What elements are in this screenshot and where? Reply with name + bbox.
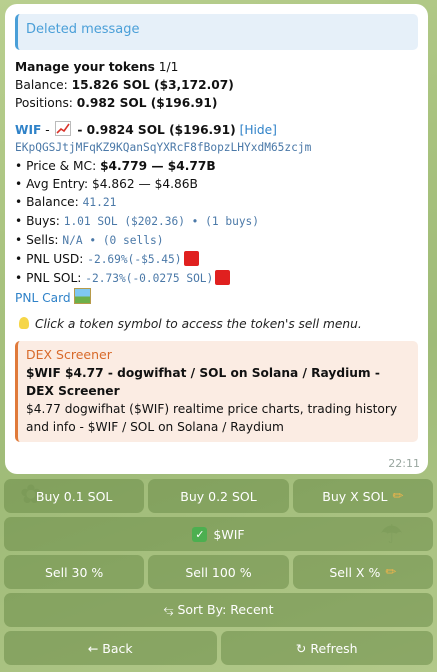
light-bulb-icon (19, 317, 29, 329)
manage-title: Manage your tokens (15, 60, 155, 74)
refresh-icon: ↻ (295, 640, 307, 656)
pnl-sol-value[interactable]: -2.73%(-0.0275 SOL) (85, 272, 213, 285)
buy-x-sol-label: Buy X SOL (322, 488, 388, 504)
balance-line: Balance: 15.826 SOL ($3,172.07) (15, 76, 418, 94)
sell-100-label: Sell 100 % (185, 564, 252, 580)
refresh-button[interactable]: ↻ Refresh (220, 631, 433, 665)
balance-value: 15.826 SOL ($3,172.07) (71, 78, 234, 92)
positions-line: Positions: 0.982 SOL ($196.91) (15, 94, 418, 112)
sell-30-button[interactable]: Sell 30 % (4, 555, 145, 589)
pencil-icon: ✏ (385, 564, 397, 580)
sort-label: ⥃ Sort By: Recent (163, 602, 274, 617)
refresh-label: Refresh (310, 640, 358, 656)
message-time: 22:11 (388, 457, 420, 470)
framed-picture-icon (73, 288, 91, 304)
sell-100-button[interactable]: Sell 100 % (148, 555, 289, 589)
token-header-line: WIF - - 0.9824 SOL ($196.91) [Hide] (15, 121, 418, 139)
buy-0.2-sol-button[interactable]: Buy 0.2 SOL (148, 479, 289, 513)
buy-0.1-sol-label: Buy 0.1 SOL (35, 488, 113, 504)
pnl-sol-label: • PNL SOL: (15, 271, 82, 285)
price-value: $4.779 — $4.77B (100, 159, 216, 173)
buy-0.2-sol-label: Buy 0.2 SOL (180, 488, 257, 504)
price-line: • Price & MC: $4.779 — $4.77B (15, 157, 418, 175)
back-label: ← Back (87, 640, 133, 656)
price-label: • Price & MC: (15, 159, 97, 173)
preview-site-name: DEX Screener (26, 347, 112, 362)
token-balance-value[interactable]: 41.21 (83, 196, 117, 209)
sells-label: • Sells: (15, 233, 59, 247)
pnl-usd-line: • PNL USD: -2.69%(-$5.45) (15, 250, 418, 269)
token-symbol-link[interactable]: WIF (15, 123, 41, 137)
reply-quote[interactable]: Deleted message (15, 14, 418, 50)
avg-entry-line: • Avg Entry: $4.862 — $4.86B (15, 175, 418, 193)
token-address[interactable]: EKpQGSJtjMFqKZ9KQanSqYXRcF8fBopzLHYxdM65… (15, 139, 418, 157)
manage-pages: 1/1 (158, 60, 179, 74)
red-square-icon (183, 251, 199, 266)
buy-x-sol-button[interactable]: Buy X SOL ✏ (292, 479, 433, 513)
token-dash: - (45, 123, 50, 137)
pnl-card-link[interactable]: PNL Card (15, 291, 71, 305)
inline-keyboard: Buy 0.1 SOL Buy 0.2 SOL Buy X SOL ✏ ✓ $WIF… (4, 479, 433, 669)
token-wif-label: $WIF (213, 526, 245, 542)
avg-entry-label: • Avg Entry: (15, 177, 89, 191)
token-wif-button[interactable]: ✓ $WIF (4, 517, 433, 551)
sort-button[interactable]: ⥃ Sort By: Recent (4, 593, 433, 627)
balance-label: Balance: (15, 78, 68, 92)
pencil-icon: ✏ (392, 488, 404, 504)
preview-description: $4.77 dogwifhat ($WIF) realtime price ch… (26, 402, 398, 434)
red-square-icon (215, 270, 231, 285)
message-bubble: Deleted message Manage your tokens 1/1 B… (5, 4, 428, 474)
sells-line: • Sells: N/A • (0 sells) (15, 231, 418, 250)
token-balance-label: • Balance: (15, 195, 79, 209)
manage-title-line: Manage your tokens 1/1 (15, 58, 418, 76)
link-preview[interactable]: DEX Screener $WIF $4.77 - dogwifhat / SO… (15, 341, 418, 442)
token-amount: - 0.9824 SOL ($196.91) (77, 123, 236, 137)
chart-increasing-icon (55, 121, 72, 136)
positions-value: 0.982 SOL ($196.91) (76, 96, 218, 110)
sell-x-button[interactable]: Sell X % ✏ (292, 555, 433, 589)
token-balance-line: • Balance: 41.21 (15, 193, 418, 212)
hint-line: Click a token symbol to access the token… (15, 315, 418, 333)
pnl-card-line: PNL Card (15, 288, 418, 307)
sell-30-label: Sell 30 % (45, 564, 104, 580)
buys-label: • Buys: (15, 214, 60, 228)
sells-value[interactable]: N/A • (0 sells) (62, 234, 163, 247)
hide-link[interactable]: [Hide] (240, 123, 277, 137)
buys-value[interactable]: 1.01 SOL ($202.36) • (1 buys) (64, 215, 259, 228)
reply-text: Deleted message (26, 22, 140, 37)
sell-x-label: Sell X % (329, 564, 381, 580)
avg-entry-value: $4.862 — $4.86B (92, 177, 198, 191)
pnl-usd-value[interactable]: -2.69%(-$5.45) (87, 253, 181, 266)
back-button[interactable]: ← Back (4, 631, 217, 665)
check-mark-icon: ✓ (192, 526, 208, 542)
buys-line: • Buys: 1.01 SOL ($202.36) • (1 buys) (15, 212, 418, 231)
pnl-sol-line: • PNL SOL: -2.73%(-0.0275 SOL) (15, 269, 418, 288)
preview-title: $WIF $4.77 - dogwifhat / SOL on Solana /… (26, 366, 380, 398)
hint-text: Click a token symbol to access the token… (35, 317, 362, 331)
pnl-usd-label: • PNL USD: (15, 252, 84, 266)
positions-label: Positions: (15, 96, 73, 110)
buy-0.1-sol-button[interactable]: Buy 0.1 SOL (4, 479, 145, 513)
